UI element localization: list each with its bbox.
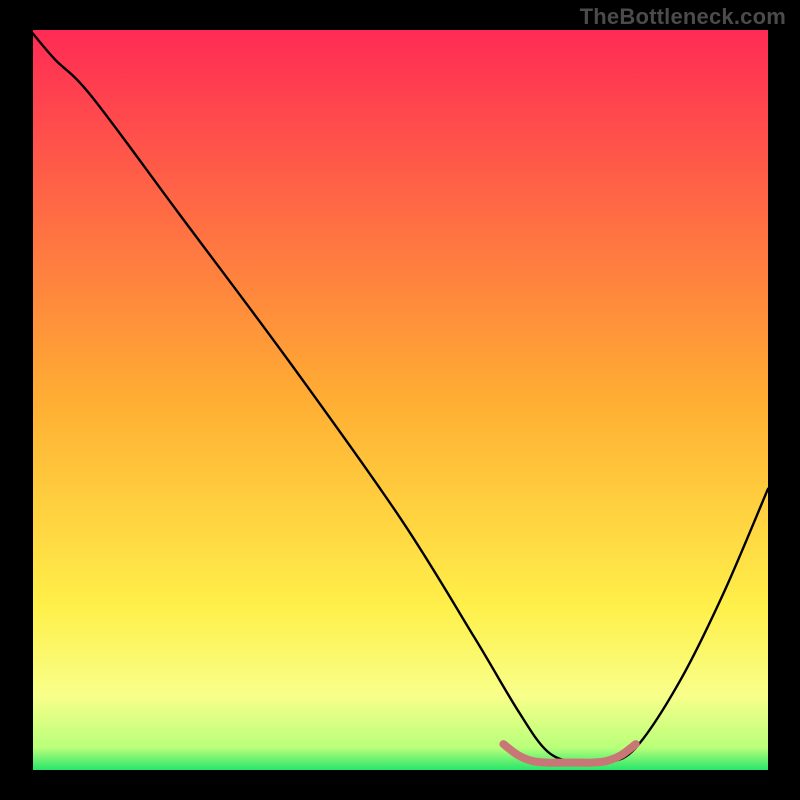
chart-stage: TheBottleneck.com — [0, 0, 800, 800]
bottleneck-plot — [0, 0, 800, 800]
plot-background — [33, 30, 768, 770]
watermark-text: TheBottleneck.com — [580, 4, 786, 30]
